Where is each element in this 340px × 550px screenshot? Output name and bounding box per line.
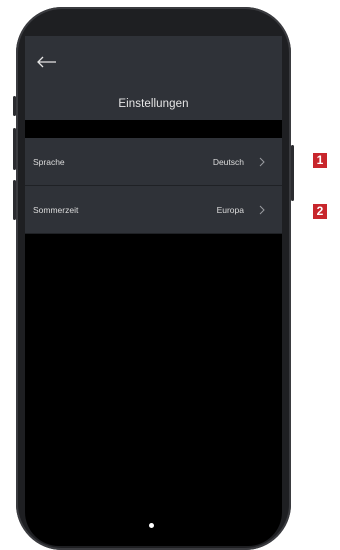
stage: Einstellungen Sprache Deutsch Sommerzeit… bbox=[0, 0, 340, 550]
setting-label-language: Sprache bbox=[33, 157, 65, 167]
home-indicator[interactable] bbox=[149, 523, 154, 528]
callout-marker-2: 2 bbox=[313, 204, 327, 219]
setting-value-language: Deutsch bbox=[212, 157, 244, 167]
chevron-right-icon bbox=[259, 157, 265, 167]
app-header: Einstellungen bbox=[25, 36, 282, 120]
page-title: Einstellungen bbox=[118, 98, 189, 110]
setting-label-daylight-saving: Sommerzeit bbox=[33, 205, 79, 215]
chevron-right-icon bbox=[259, 205, 265, 215]
phone-screen: Einstellungen Sprache Deutsch Sommerzeit… bbox=[25, 36, 282, 546]
back-arrow-icon[interactable] bbox=[36, 51, 58, 73]
setting-value-daylight-saving: Europa bbox=[216, 205, 244, 215]
settings-list: Sprache Deutsch Sommerzeit Europa bbox=[25, 138, 282, 234]
setting-row-daylight-saving[interactable]: Sommerzeit Europa bbox=[25, 186, 282, 234]
power-button bbox=[291, 145, 294, 201]
callout-marker-1: 1 bbox=[313, 153, 327, 168]
setting-row-language[interactable]: Sprache Deutsch bbox=[25, 138, 282, 186]
